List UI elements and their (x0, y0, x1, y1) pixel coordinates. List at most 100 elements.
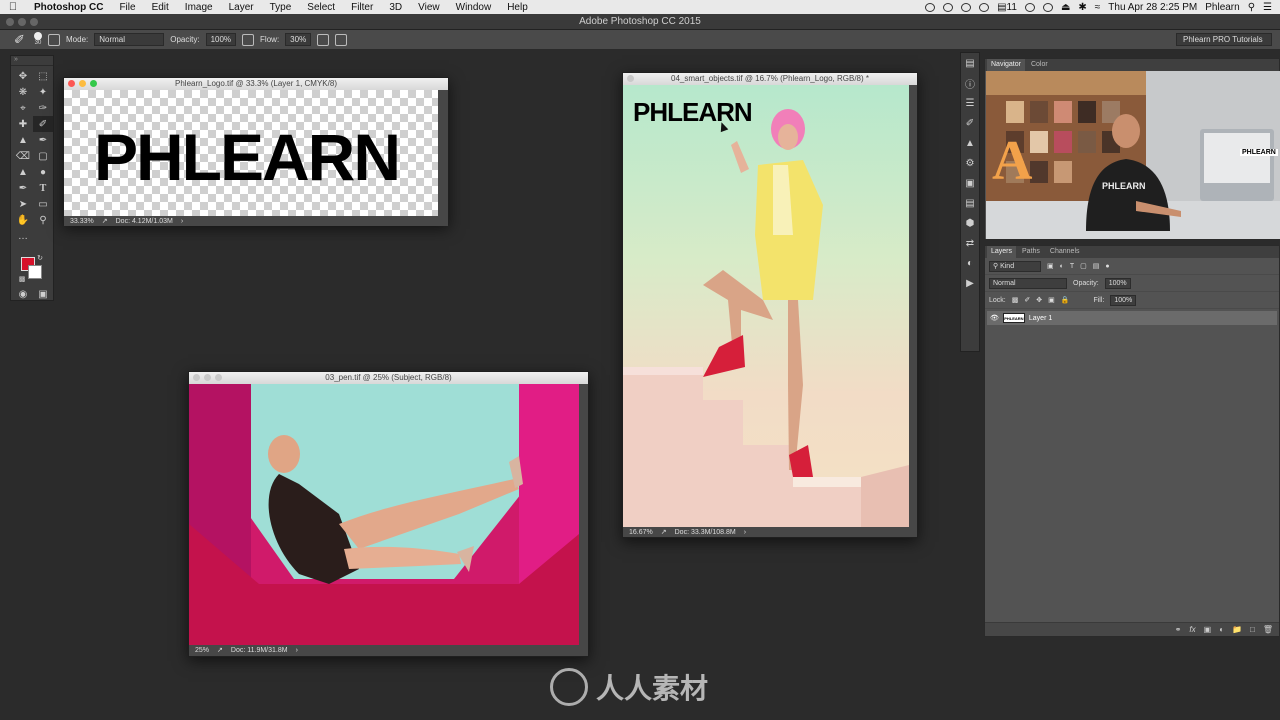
clone-stamp-icon[interactable]: ▲ (13, 132, 33, 148)
history-brush-icon[interactable]: ✒ (33, 132, 53, 148)
brush-presets-icon[interactable]: ✐ (961, 113, 979, 133)
type-tool-icon[interactable]: T (33, 180, 53, 196)
workspace-select[interactable]: Phlearn PRO Tutorials (1176, 33, 1272, 46)
libraries-icon[interactable]: ▣ (961, 173, 979, 193)
filter-adjustment-icon[interactable]: ◐ (1060, 263, 1064, 270)
share-icon[interactable]: ↗ (661, 528, 667, 536)
clock-icon[interactable] (1042, 2, 1053, 12)
link-layers-icon[interactable]: ⚭ (1175, 625, 1182, 634)
doc-canvas[interactable] (189, 384, 579, 645)
healing-brush-icon[interactable]: ✚ (13, 116, 33, 132)
histogram-icon[interactable]: ▤ (961, 53, 979, 73)
search-icon[interactable]: ⚲ (1248, 2, 1255, 13)
menu-help[interactable]: Help (499, 2, 536, 13)
styles-icon[interactable]: ◐ (961, 253, 979, 273)
zoom-doc-button[interactable] (215, 374, 222, 381)
lock-position-icon[interactable]: ✥ (1036, 296, 1042, 304)
filter-type-icon[interactable]: T (1070, 263, 1074, 270)
layer-style-icon[interactable]: fx (1189, 625, 1195, 634)
path-selection-icon[interactable]: ➤ (13, 196, 33, 212)
eject-icon[interactable]: ⏏ (1061, 2, 1070, 13)
menu-view[interactable]: View (410, 2, 448, 13)
zoom-tool-icon[interactable]: ⚲ (33, 212, 53, 228)
close-doc-button[interactable] (627, 75, 634, 82)
lock-pixels-icon[interactable]: ✐ (1024, 296, 1030, 304)
zoom-level[interactable]: 33.33% (70, 218, 94, 225)
eyedropper-icon[interactable]: ✑ (33, 100, 53, 116)
tab-channels[interactable]: Channels (1046, 246, 1084, 258)
new-adjustment-icon[interactable]: ◐ (1219, 625, 1224, 634)
filter-toggle-icon[interactable]: ● (1105, 263, 1109, 270)
menu-filter[interactable]: Filter (343, 2, 381, 13)
minimize-window-button[interactable] (18, 18, 26, 26)
close-doc-button[interactable] (68, 80, 75, 87)
filter-shape-icon[interactable]: ▢ (1080, 262, 1087, 270)
notes-icon[interactable]: ▤ (961, 193, 979, 213)
lock-artboard-icon[interactable]: ▣ (1048, 296, 1055, 304)
apple-menu-icon[interactable]:  (0, 1, 26, 13)
battery-icon[interactable]: ▤11 (997, 2, 1017, 13)
share-icon[interactable]: ↗ (217, 646, 223, 654)
doc-canvas[interactable]: PHLEARN (623, 85, 909, 527)
crop-tool-icon[interactable]: ⌖ (13, 100, 33, 116)
delete-layer-icon[interactable]: 🗑 (1263, 625, 1273, 634)
menu-image[interactable]: Image (177, 2, 221, 13)
brush-preset-picker[interactable]: 30 (34, 32, 42, 47)
doc-canvas[interactable]: PHLEARN (64, 90, 438, 216)
lock-all-icon[interactable]: 🔒 (1061, 296, 1070, 304)
doc-titlebar[interactable]: Phlearn_Logo.tif @ 33.3% (Layer 1, CMYK/… (64, 78, 448, 90)
lasso-tool-icon[interactable]: ❋ (13, 84, 33, 100)
filter-kind-select[interactable]: ⚲ Kind (989, 260, 1041, 272)
quick-mask-icon[interactable]: ◉ (13, 286, 33, 302)
minimize-doc-button[interactable] (79, 80, 86, 87)
add-mask-icon[interactable]: ▣ (1204, 625, 1212, 634)
move-tool-icon[interactable]: ✥ (13, 68, 33, 84)
notifications-icon[interactable]: ☰ (1263, 2, 1272, 13)
brush-tool-icon[interactable]: ✐ (14, 32, 28, 47)
share-icon[interactable]: ↗ (102, 217, 108, 225)
gradient-tool-icon[interactable]: ▢ (33, 148, 53, 164)
menu-edit[interactable]: Edit (144, 2, 177, 13)
shazam-icon[interactable] (961, 2, 972, 12)
zoom-level[interactable]: 25% (195, 647, 209, 654)
actions-play-icon[interactable]: ▶ (961, 273, 979, 293)
opacity-field[interactable]: 100% (205, 33, 237, 46)
magic-wand-icon[interactable]: ✦ (33, 84, 53, 100)
status-arrow-icon[interactable]: › (181, 218, 183, 225)
status-arrow-icon[interactable]: › (744, 529, 746, 536)
doc-window-pen[interactable]: 03_pen.tif @ 25% (Subject, RGB/8) 25% ↗ … (188, 371, 589, 657)
airbrush-icon[interactable] (317, 33, 330, 46)
menu-type[interactable]: Type (262, 2, 300, 13)
pressure-opacity-icon[interactable] (242, 33, 255, 46)
mode-select[interactable]: Normal (94, 33, 165, 46)
flow-field[interactable]: 30% (285, 33, 312, 46)
eraser-icon[interactable]: ⌫ (13, 148, 33, 164)
bluetooth-icon[interactable]: ✱ (1078, 2, 1086, 13)
marquee-tool-icon[interactable]: ⬚ (33, 68, 53, 84)
tab-layers[interactable]: Layers (987, 246, 1017, 258)
fill-field[interactable]: 100% (1110, 294, 1137, 306)
layer-opacity-field[interactable]: 100% (1104, 277, 1131, 289)
new-layer-icon[interactable]: □ (1250, 625, 1255, 634)
close-doc-button[interactable] (193, 374, 200, 381)
menubar-clock[interactable]: Thu Apr 28 2:25 PM (1108, 2, 1197, 13)
wifi-icon[interactable]: ≈ (1095, 2, 1101, 13)
brush-tool-icon[interactable]: ✐ (33, 116, 53, 132)
more-tools-icon[interactable]: … (13, 228, 33, 244)
background-color-swatch[interactable] (28, 265, 42, 279)
pressure-size-icon[interactable] (335, 33, 348, 46)
visibility-eye-icon[interactable]: 👁 (990, 314, 999, 322)
tab-navigator[interactable]: Navigator (987, 59, 1025, 71)
adjustments-icon[interactable]: ☰ (961, 93, 979, 113)
navigator-preview[interactable]: A PHLEARN PHLEARN (986, 71, 1280, 239)
screen-mode-icon[interactable]: ▣ (33, 286, 53, 302)
layer-row[interactable]: 👁 PHLEARN Layer 1 (987, 311, 1277, 325)
brush-panel-icon[interactable] (48, 33, 60, 46)
layer-name[interactable]: Layer 1 (1029, 315, 1052, 322)
blur-tool-icon[interactable]: ▲ (13, 164, 33, 180)
timeline-icon[interactable]: ⇄ (961, 233, 979, 253)
rectangle-tool-icon[interactable]: ▭ (33, 196, 53, 212)
record-icon[interactable] (925, 2, 936, 12)
status-icon[interactable] (943, 2, 954, 12)
doc-titlebar[interactable]: 04_smart_objects.tif @ 16.7% (Phlearn_Lo… (623, 73, 917, 85)
